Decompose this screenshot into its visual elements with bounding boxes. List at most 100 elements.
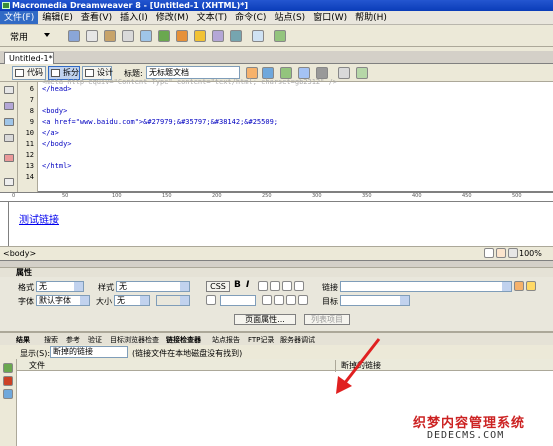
hand-tool-icon[interactable] [496,248,506,258]
collapse-tag-icon[interactable] [4,102,14,110]
target-select[interactable] [340,295,410,306]
image-icon[interactable] [158,30,170,42]
bold-button[interactable]: B [234,280,241,290]
run-check-icon[interactable] [3,363,13,373]
watermark-line2: DEDECMS.COM [427,430,505,441]
point-to-file-icon[interactable] [514,281,524,291]
design-view[interactable]: 测试链接 [9,202,553,246]
outdent-icon[interactable] [286,295,296,305]
show-select[interactable]: 断掉的链接 [50,346,128,358]
menu-text[interactable]: 文本(T) [193,11,232,24]
tab-ftp-log[interactable]: FTP记录 [248,335,274,345]
check-browser-icon[interactable] [356,67,368,79]
table-icon[interactable] [122,30,134,42]
code-view[interactable]: 6 7 8 9 10 11 12 13 14 <meta http-equiv=… [0,78,553,192]
menu-view[interactable]: 查看(V) [77,11,116,24]
validate-markup-icon[interactable] [338,67,350,79]
named-anchor-icon[interactable] [104,30,116,42]
code-view-label: 代码 [27,68,43,77]
list-item-button[interactable]: 列表项目 [304,314,350,325]
head-icon[interactable] [230,30,242,42]
code-line: </html> [42,162,72,170]
page-properties-button[interactable]: 页面属性... [234,314,296,325]
menu-window[interactable]: 窗口(W) [309,11,351,24]
chevron-down-icon[interactable] [44,33,50,37]
document-tab[interactable]: Untitled-1* [4,52,54,64]
zoom-level[interactable]: 100% [519,249,542,258]
template-icon[interactable] [252,30,264,42]
format-value: 无 [39,282,47,291]
size-unit-select[interactable] [156,295,190,306]
tab-search[interactable]: 搜索 [44,335,58,345]
italic-button[interactable]: I [246,280,249,290]
browse-folder-icon[interactable] [526,281,536,291]
menu-site[interactable]: 站点(S) [270,11,309,24]
align-right-icon[interactable] [282,281,292,291]
tab-reference[interactable]: 参考 [66,335,80,345]
justify-icon[interactable] [294,281,304,291]
tab-target-browser-check[interactable]: 目标浏览器检查 [110,335,159,345]
tab-link-checker[interactable]: 链接检查器 [166,335,201,345]
style-select[interactable]: 无 [116,281,190,292]
menu-modify[interactable]: 修改(M) [152,11,193,24]
unordered-list-icon[interactable] [262,295,272,305]
stop-icon[interactable] [3,376,13,386]
menu-insert[interactable]: 插入(I) [116,11,152,24]
menu-edit[interactable]: 编辑(E) [38,11,77,24]
align-center-icon[interactable] [270,281,280,291]
ordered-list-icon[interactable] [274,295,284,305]
hyperlink-icon[interactable] [68,30,80,42]
css-button[interactable]: CSS [206,281,230,292]
email-link-icon[interactable] [86,30,98,42]
indent-icon[interactable] [298,295,308,305]
column-header-file[interactable]: 文件 [29,360,45,371]
target-label: 目标 [322,297,338,306]
tag-selector-body[interactable]: <body> [3,249,36,258]
ruler-tick: 200 [212,193,222,199]
open-documents-icon[interactable] [4,86,14,94]
chevron-down-icon [180,296,189,305]
date-icon[interactable] [194,30,206,42]
ruler-tick: 400 [412,193,422,199]
size-select[interactable]: 无 [114,295,150,306]
select-tool-icon[interactable] [484,248,494,258]
code-line: </body> [42,140,72,148]
font-value: 默认字体 [39,296,71,305]
properties-title: 属性 [16,268,32,277]
menu-help[interactable]: 帮助(H) [351,11,391,24]
tab-site-reports[interactable]: 站点报告 [212,335,240,345]
text-color-swatch[interactable] [206,295,216,305]
test-link[interactable]: 测试链接 [19,211,59,226]
expand-all-icon[interactable] [4,118,14,126]
results-table-header: 文件 断掉的链接 [17,359,553,372]
comment-icon[interactable] [212,30,224,42]
format-select[interactable]: 无 [36,281,84,292]
select-parent-tag-icon[interactable] [4,134,14,142]
dreamweaver-app-icon [2,2,10,9]
link-input[interactable] [340,281,512,292]
code-view-button[interactable]: 代码 [12,66,46,80]
line-number: 9 [29,118,34,126]
font-select[interactable]: 默认字体 [36,295,90,306]
line-number: 6 [29,85,34,93]
tag-chooser-icon[interactable] [274,30,286,42]
tab-validation[interactable]: 验证 [88,335,102,345]
insert-category-select[interactable]: 常用 [10,30,28,43]
line-number: 13 [25,162,34,170]
zoom-tool-icon[interactable] [508,248,518,258]
results-panel-title[interactable]: 结果 [16,335,30,345]
menu-file[interactable]: 文件(F) [0,11,39,24]
results-filter-bar: 显示(S): 断掉的链接 (链接文件在本地磁盘没有找到) [0,345,553,359]
highlight-invalid-icon[interactable] [4,154,14,162]
properties-panel-header[interactable]: 属性 [0,267,553,277]
menu-commands[interactable]: 命令(C) [231,11,270,24]
code-line: <meta http-equiv="Content-Type" content=… [42,78,338,86]
save-report-icon[interactable] [3,389,13,399]
text-color-input[interactable] [220,295,256,306]
more-tools-icon[interactable] [4,178,14,186]
layer-icon[interactable] [140,30,152,42]
ruler-tick: 450 [462,193,472,199]
tab-server-debug[interactable]: 服务器调试 [280,335,315,345]
media-icon[interactable] [176,30,188,42]
align-left-icon[interactable] [258,281,268,291]
